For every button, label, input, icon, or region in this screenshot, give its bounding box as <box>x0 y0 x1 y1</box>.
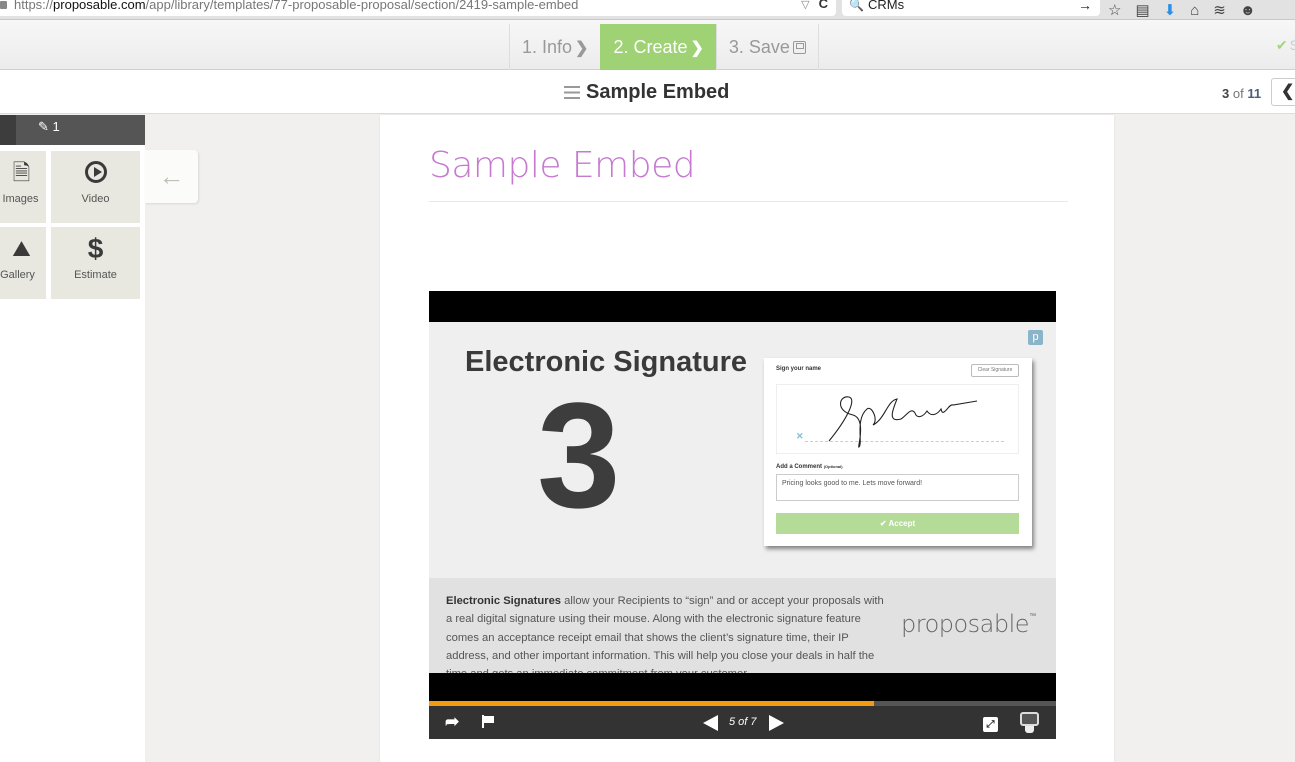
extension-icon[interactable]: ☻ <box>1240 2 1256 19</box>
collapse-panel-button[interactable]: ← <box>145 150 198 203</box>
slide-number: 3 <box>537 371 621 539</box>
next-slide-button[interactable] <box>769 715 784 731</box>
slide-description-area: Electronic Signatures allow your Recipie… <box>429 578 1056 673</box>
search-icon: 🔍 <box>849 0 864 12</box>
search-go-icon[interactable]: → <box>1078 0 1092 16</box>
proposable-badge-icon: p <box>1028 330 1043 345</box>
sign-label: Sign your name <box>776 366 822 372</box>
block-images[interactable]: 🗎 Images <box>0 151 46 223</box>
share-icon[interactable]: ➦ <box>445 712 459 732</box>
prev-slide-button[interactable] <box>703 715 718 731</box>
step-save-label: 3. Save <box>728 37 790 57</box>
flag-icon[interactable] <box>482 715 494 728</box>
block-estimate[interactable]: $ Estimate <box>51 227 140 299</box>
image-icon: ⛰ <box>12 236 31 261</box>
clear-signature-button: Clear Signature <box>971 364 1019 377</box>
reading-list-icon[interactable]: ▤ <box>1135 1 1149 19</box>
page-heading[interactable]: Sample Embed <box>429 145 696 186</box>
signature-card: Sign your name Clear Signature ✕ Add a C… <box>764 358 1032 546</box>
comment-label: Add a Comment (Optional) <box>776 464 843 470</box>
url-tools: ▽ C <box>801 0 828 15</box>
browser-toolbar: https://proposable.com/app/library/templ… <box>0 0 1295 20</box>
step-info-label: 1. Info <box>522 37 573 57</box>
reload-icon[interactable]: C <box>819 0 828 11</box>
menu-icon[interactable] <box>564 86 580 99</box>
save-disk-icon <box>792 41 806 54</box>
proposable-logo: proposable™ <box>901 610 1036 638</box>
section-pager: 3 of 11 <box>1222 86 1261 101</box>
section-title-text: Sample Embed <box>586 81 730 103</box>
download-icon[interactable]: ⬇ <box>1164 1 1177 19</box>
slide-description: Electronic Signatures allow your Recipie… <box>446 592 891 673</box>
block-gallery[interactable]: ⛰ Gallery <box>0 227 46 299</box>
signature-scribble <box>828 396 978 448</box>
block-label: Gallery <box>0 269 35 281</box>
paperclip-icon: ✎ <box>38 119 49 134</box>
fullscreen-icon[interactable]: ⤢ <box>983 717 998 732</box>
x-mark-icon: ✕ <box>796 431 804 441</box>
saved-indicator: ✔ S <box>1276 37 1295 54</box>
description-bold: Electronic Signatures <box>446 595 562 607</box>
slideshow-embed[interactable]: Electronic Signature 3 p Sign your name … <box>429 291 1056 739</box>
attachment-count: 1 <box>52 119 60 134</box>
slideshow-controls: ➦ 5 of 7 ⤢ <box>429 706 1056 739</box>
search-input[interactable]: 🔍 CRMs → <box>842 0 1100 16</box>
home-icon[interactable]: ⌂ <box>1190 2 1199 19</box>
url-path: /app/library/templates/77-proposable-pro… <box>145 0 579 12</box>
check-icon: ✔ <box>1275 37 1288 53</box>
url-bar[interactable]: https://proposable.com/app/library/templ… <box>0 0 836 16</box>
panel-tabs: ✎ 1 <box>0 115 145 145</box>
lock-icon <box>0 1 7 9</box>
total-sections: 11 <box>1247 86 1262 101</box>
comment-optional: (Optional) <box>823 464 843 469</box>
history-dropdown-icon[interactable]: ▽ <box>801 0 809 11</box>
block-label: Images <box>2 193 39 205</box>
page-canvas: Sample Embed Electronic Signature 3 p Si… <box>380 115 1114 762</box>
arrow-left-icon: ← <box>158 161 185 191</box>
browser-icons: ☆ ▤ ⬇ ⌂ ≋ ☻ <box>1108 0 1256 20</box>
pocket-icon[interactable]: ≋ <box>1213 1 1226 19</box>
prev-section-button[interactable]: ❮ <box>1271 78 1295 106</box>
step-info[interactable]: 1. Info ❯ <box>509 24 600 70</box>
section-title[interactable]: Sample Embed <box>564 81 729 104</box>
pager-of: of <box>1232 86 1244 101</box>
heading-divider <box>429 201 1068 202</box>
bookmark-star-icon[interactable]: ☆ <box>1108 1 1121 19</box>
comment-box: Pricing looks good to me. Lets move forw… <box>776 474 1019 501</box>
saved-text: S <box>1289 37 1295 53</box>
chevron-left-icon: ❮ <box>1281 83 1295 100</box>
brand-text: proposable <box>901 610 1030 638</box>
chevron-right-icon: ❯ <box>575 40 589 57</box>
current-section: 3 <box>1222 86 1230 101</box>
play-circle-icon <box>51 151 140 183</box>
step-save[interactable]: 3. Save <box>715 24 819 70</box>
panel-tab-attachments[interactable]: ✎ 1 <box>16 115 145 145</box>
search-value: CRMs <box>868 0 905 12</box>
url-host: proposable.com <box>53 0 146 12</box>
comment-label-text: Add a Comment <box>776 464 823 470</box>
dollar-icon: $ <box>87 233 104 264</box>
signature-pad: ✕ <box>776 384 1019 454</box>
step-bar: 1. Info ❯ 2. Create ❯ 3. Save ✔ S <box>0 20 1295 70</box>
url-scheme: https:// <box>14 0 54 12</box>
content-blocks-panel: ✎ 1 🗎 Images Video ⛰ Gallery $ Estimate <box>0 115 145 762</box>
document-icon: 🗎 <box>12 160 31 185</box>
slideshare-icon[interactable] <box>1020 712 1039 733</box>
block-label: Video <box>81 193 110 205</box>
accept-button: ✔ Accept <box>776 513 1019 534</box>
step-create-label: 2. Create <box>613 37 688 57</box>
panel-tab-blocks[interactable] <box>0 115 16 145</box>
step-create[interactable]: 2. Create ❯ <box>600 24 716 70</box>
slide: Electronic Signature 3 p Sign your name … <box>429 322 1056 673</box>
block-label: Estimate <box>74 269 117 281</box>
section-title-bar: Sample Embed 3 of 11 ❮ <box>0 70 1295 114</box>
trademark: ™ <box>1029 612 1036 620</box>
slide-counter: 5 of 7 <box>729 716 757 728</box>
step-tabs: 1. Info ❯ 2. Create ❯ 3. Save <box>509 24 819 70</box>
chevron-right-icon: ❯ <box>690 40 704 57</box>
block-video[interactable]: Video <box>51 151 140 223</box>
